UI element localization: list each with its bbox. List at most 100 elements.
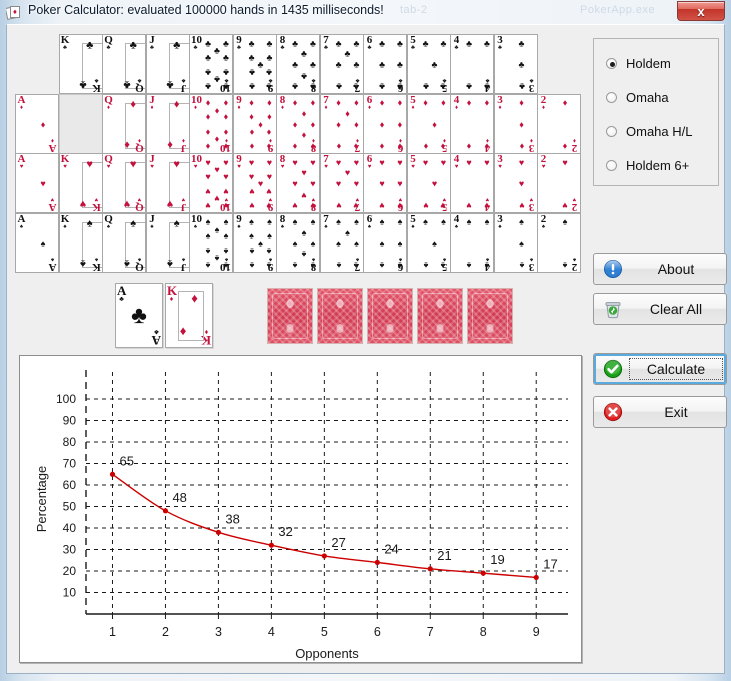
card-10-diamonds[interactable]: 10 ♦ ♦ ♦ ♦ ♦ ♦ ♦ ♦ ♦ ♦ ♦ 10 ♦	[189, 93, 233, 154]
board-card-3[interactable]	[367, 288, 413, 344]
check-circle-icon	[603, 359, 623, 379]
card-selection-grid: K ♣ ♣ ♣ K ♣ Q ♣ ♣ ♣ Q ♣ J ♣ ♣ ♣ J ♣ 10 ♣ ♣ ♣ ♣ ♣ ♣ ♣ ♣ ♣ ♣ ♣ 10 ♣ 9 ♣ ♣ ♣ ♣ ♣…	[15, 34, 583, 273]
data-point	[109, 471, 116, 477]
data-point-label: 48	[172, 490, 186, 505]
card-J-diamonds[interactable]: J ♦ ♦ ♦ J ♦	[145, 93, 190, 154]
x-tick-label: 6	[374, 625, 381, 639]
card-7-spades[interactable]: 7 ♠ ♠ ♠ ♠ ♠ ♠ ♠ ♠ 7 ♠	[319, 212, 364, 273]
ghost-text-1: tab-2	[400, 4, 428, 16]
card-7-hearts[interactable]: 7 ♥ ♥ ♥ ♥ ♥ ♥ ♥ ♥ 7 ♥	[319, 153, 364, 213]
card-10-hearts[interactable]: 10 ♥ ♥ ♥ ♥ ♥ ♥ ♥ ♥ ♥ ♥ ♥ 10 ♥	[189, 153, 233, 213]
board-card-4[interactable]	[417, 288, 463, 344]
card-8-clubs[interactable]: 8 ♣ ♣ ♣ ♣ ♣ ♣ ♣ ♣ ♣ 8 ♣	[276, 34, 320, 94]
card-3-clubs[interactable]: 3 ♣ ♣ ♣ ♣ 3 ♣	[493, 34, 538, 94]
card-5-clubs[interactable]: 5 ♣ ♣ ♣ ♣ ♣ ♣ 5 ♣	[406, 34, 451, 94]
card-2-diamonds[interactable]: 2 ♦ ♦ ♦ 2 ♦	[537, 93, 581, 154]
about-button[interactable]: About	[593, 253, 727, 285]
card-4-clubs[interactable]: 4 ♣ ♣ ♣ ♣ ♣ 4 ♣	[450, 34, 494, 94]
radio-omaha[interactable]: Omaha	[606, 90, 669, 105]
card-K-hearts[interactable]: K ♥ ♥ ♥ K ♥	[58, 153, 103, 213]
card-9-spades[interactable]: 9 ♠ ♠ ♠ ♠ ♠ ♠ ♠ ♠ ♠ ♠ 9 ♠	[232, 212, 277, 273]
card-10-clubs[interactable]: 10 ♣ ♣ ♣ ♣ ♣ ♣ ♣ ♣ ♣ ♣ ♣ 10 ♣	[189, 34, 233, 94]
card-J-spades[interactable]: J ♠ ♠ ♠ J ♠	[145, 212, 190, 273]
y-tick-label: 40	[63, 521, 77, 535]
card-K-spades[interactable]: K ♠ ♠ ♠ K ♠	[58, 212, 103, 273]
hole-card-2[interactable]: K ♦ K ♦ ♦ ♦	[165, 283, 213, 348]
y-tick-label: 100	[56, 392, 76, 406]
window-title: Poker Calculator: evaluated 100000 hands…	[28, 3, 384, 17]
equity-chart: 10 20 30 40 50 60 70 80 90 100 1 2 3 4 5 6 7 8 9 65 48 38 32 27…	[34, 370, 568, 661]
card-Q-spades[interactable]: Q ♠ ♠ ♠ Q ♠	[102, 212, 146, 273]
data-point	[321, 553, 327, 559]
data-point	[427, 566, 433, 572]
x-axis-label: Opponents	[295, 646, 359, 661]
y-tick-label: 80	[63, 435, 77, 449]
radio-omaha-h-l[interactable]: Omaha H/L	[606, 124, 692, 139]
card-9-hearts[interactable]: 9 ♥ ♥ ♥ ♥ ♥ ♥ ♥ ♥ ♥ ♥ 9 ♥	[232, 153, 277, 213]
trash-icon	[605, 302, 621, 319]
board-card-5[interactable]	[467, 288, 513, 344]
y-axis-label: Percentage	[34, 466, 49, 533]
card-9-clubs[interactable]: 9 ♣ ♣ ♣ ♣ ♣ ♣ ♣ ♣ ♣ ♣ 9 ♣	[232, 34, 277, 94]
clear-all-button[interactable]: Clear All	[593, 293, 727, 325]
card-5-spades[interactable]: 5 ♠ ♠ ♠ ♠ ♠ ♠ 5 ♠	[406, 212, 451, 273]
card-A-spades[interactable]: A ♠ ♠ A ♠	[15, 212, 59, 273]
board-card-2[interactable]	[317, 288, 363, 344]
card-3-spades[interactable]: 3 ♠ ♠ ♠ ♠ 3 ♠	[493, 212, 538, 273]
exit-button[interactable]: Exit	[593, 396, 727, 428]
close-button[interactable]: x	[677, 1, 725, 21]
card-4-spades[interactable]: 4 ♠ ♠ ♠ ♠ ♠ 4 ♠	[450, 212, 494, 273]
card-6-diamonds[interactable]: 6 ♦ ♦ ♦ ♦ ♦ ♦ ♦ 6 ♦	[363, 93, 407, 154]
y-tick-label: 90	[63, 414, 77, 428]
card-8-spades[interactable]: 8 ♠ ♠ ♠ ♠ ♠ ♠ ♠ ♠ ♠ 8 ♠	[276, 212, 320, 273]
radio-holdem-6-[interactable]: Holdem 6+	[606, 158, 689, 173]
hole-card-1[interactable]: A ♣ A ♣ ♣	[115, 283, 163, 348]
card-2-spades[interactable]: 2 ♠ ♠ ♠ 2 ♠	[537, 212, 581, 273]
y-tick-label: 10	[63, 586, 77, 600]
card-3-diamonds[interactable]: 3 ♦ ♦ ♦ ♦ 3 ♦	[493, 93, 538, 154]
card-A-hearts[interactable]: A ♥ ♥ A ♥	[15, 153, 59, 213]
y-tick-label: 70	[63, 457, 77, 471]
card-4-diamonds[interactable]: 4 ♦ ♦ ♦ ♦ ♦ 4 ♦	[450, 93, 494, 154]
radio-holdem[interactable]: Holdem	[606, 56, 671, 71]
card-Q-hearts[interactable]: Q ♥ ♥ ♥ Q ♥	[102, 153, 146, 213]
radio-label: Holdem 6+	[626, 158, 690, 173]
radio-indicator	[606, 58, 617, 69]
card-2-hearts[interactable]: 2 ♥ ♥ ♥ 2 ♥	[537, 153, 581, 213]
card-9-diamonds[interactable]: 9 ♦ ♦ ♦ ♦ ♦ ♦ ♦ ♦ ♦ ♦ 9 ♦	[232, 93, 277, 154]
calculate-button[interactable]: Calculate	[593, 353, 727, 385]
card-8-diamonds[interactable]: 8 ♦ ♦ ♦ ♦ ♦ ♦ ♦ ♦ ♦ 8 ♦	[276, 93, 320, 154]
radio-label: Holdem	[626, 56, 671, 71]
data-point-label: 19	[490, 552, 504, 567]
card-7-clubs[interactable]: 7 ♣ ♣ ♣ ♣ ♣ ♣ ♣ ♣ 7 ♣	[319, 34, 364, 94]
equity-chart-panel: 10 20 30 40 50 60 70 80 90 100 1 2 3 4 5 6 7 8 9 65 48 38 32 27…	[19, 355, 582, 663]
card-6-clubs[interactable]: 6 ♣ ♣ ♣ ♣ ♣ ♣ ♣ 6 ♣	[363, 34, 407, 94]
card-K-clubs[interactable]: K ♣ ♣ ♣ K ♣	[58, 34, 103, 94]
close-circle-icon	[603, 402, 623, 422]
card-4-hearts[interactable]: 4 ♥ ♥ ♥ ♥ ♥ 4 ♥	[450, 153, 494, 213]
application-window: ♦ Poker Calculator: evaluated 100000 han…	[0, 0, 731, 681]
data-point	[480, 570, 486, 576]
data-point	[533, 574, 539, 581]
y-tick-label: 50	[63, 500, 77, 514]
card-8-hearts[interactable]: 8 ♥ ♥ ♥ ♥ ♥ ♥ ♥ ♥ ♥ 8 ♥	[276, 153, 320, 213]
data-point-label: 38	[225, 511, 239, 526]
card-7-diamonds[interactable]: 7 ♦ ♦ ♦ ♦ ♦ ♦ ♦ ♦ 7 ♦	[319, 93, 364, 154]
card-slot-empty	[58, 93, 103, 154]
data-point-label: 24	[384, 541, 398, 556]
card-J-hearts[interactable]: J ♥ ♥ ♥ J ♥	[145, 153, 190, 213]
card-Q-clubs[interactable]: Q ♣ ♣ ♣ Q ♣	[102, 34, 146, 94]
card-A-diamonds[interactable]: A ♦ ♦ A ♦	[15, 93, 59, 154]
y-tick-label: 20	[63, 564, 77, 578]
board-card-1[interactable]	[267, 288, 313, 344]
radio-indicator	[606, 126, 617, 137]
card-Q-diamonds[interactable]: Q ♦ ♦ ♦ Q ♦	[102, 93, 146, 154]
card-J-clubs[interactable]: J ♣ ♣ ♣ J ♣	[145, 34, 190, 94]
card-5-hearts[interactable]: 5 ♥ ♥ ♥ ♥ ♥ ♥ 5 ♥	[406, 153, 451, 213]
card-5-diamonds[interactable]: 5 ♦ ♦ ♦ ♦ ♦ ♦ 5 ♦	[406, 93, 451, 154]
card-6-spades[interactable]: 6 ♠ ♠ ♠ ♠ ♠ ♠ ♠ 6 ♠	[363, 212, 407, 273]
card-3-hearts[interactable]: 3 ♥ ♥ ♥ ♥ 3 ♥	[493, 153, 538, 213]
card-6-hearts[interactable]: 6 ♥ ♥ ♥ ♥ ♥ ♥ ♥ 6 ♥	[363, 153, 407, 213]
card-10-spades[interactable]: 10 ♠ ♠ ♠ ♠ ♠ ♠ ♠ ♠ ♠ ♠ ♠ 10 ♠	[189, 212, 233, 273]
x-tick-label: 7	[427, 625, 434, 639]
